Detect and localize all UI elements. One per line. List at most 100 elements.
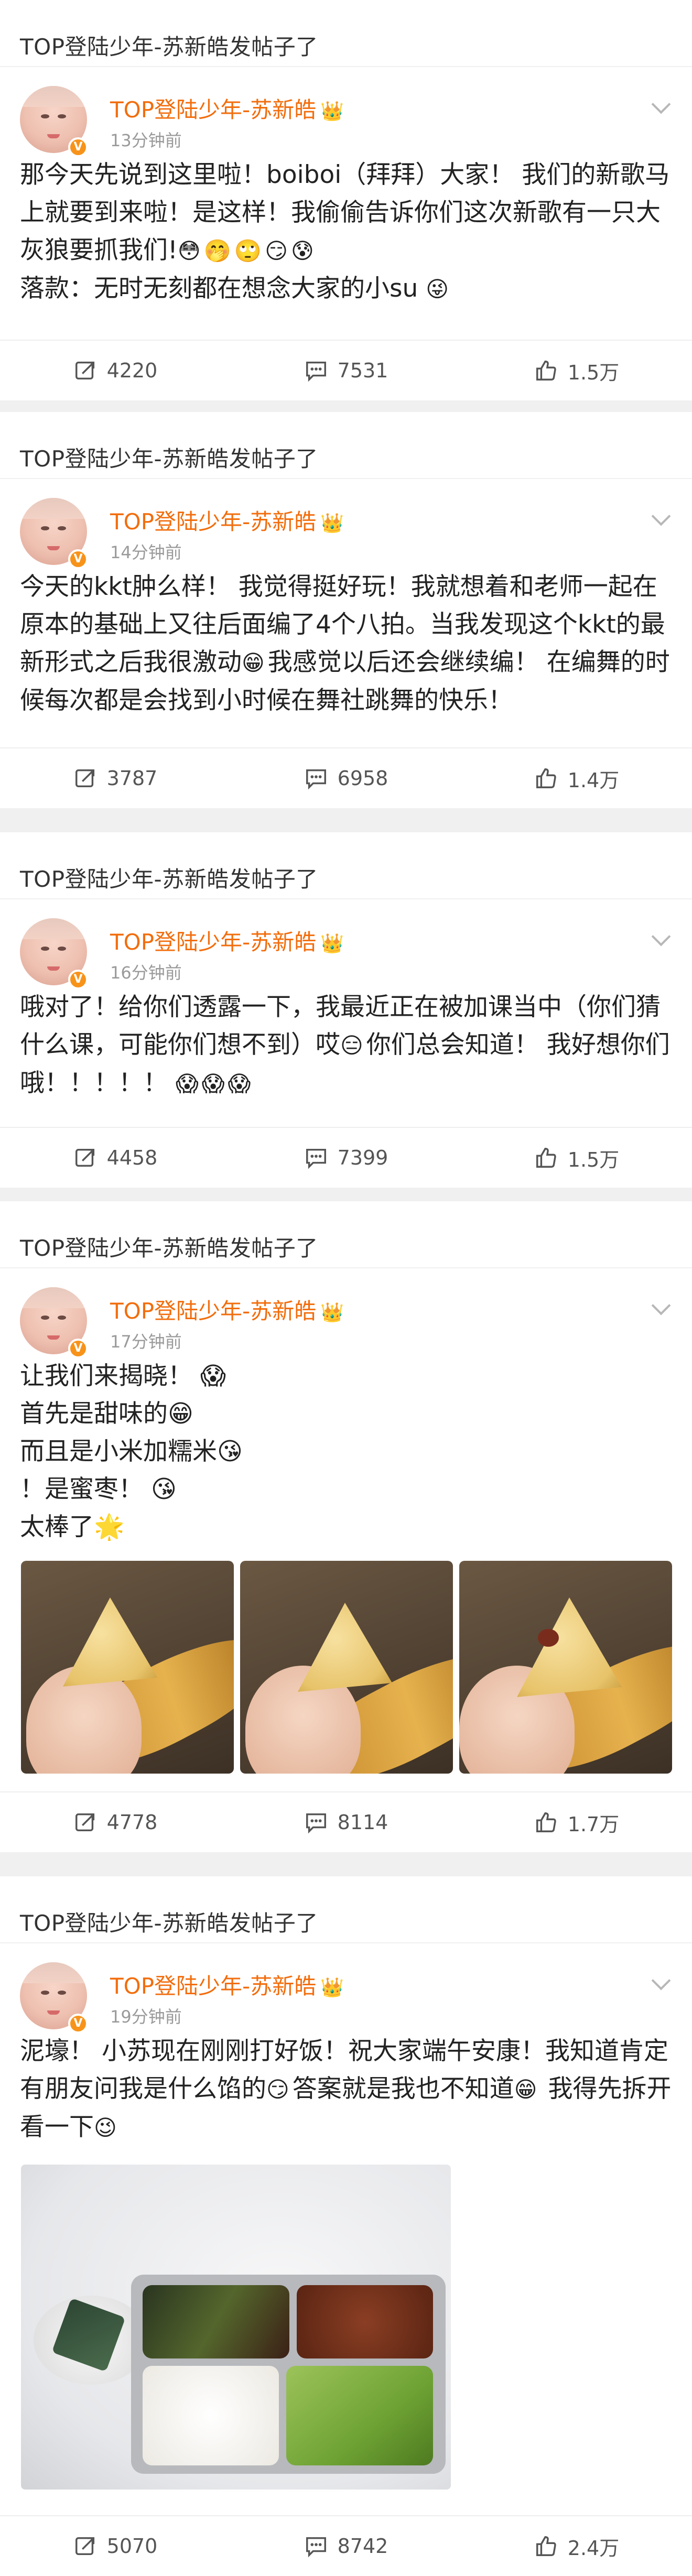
thumbs-up-icon xyxy=(536,2536,556,2556)
like-count: 1.7万 xyxy=(567,1812,620,1836)
photo-thumbnail[interactable] xyxy=(21,1561,234,1774)
comment-icon xyxy=(306,361,326,382)
repost-count: 4220 xyxy=(106,359,158,382)
repost-button[interactable]: 5070 xyxy=(0,2516,231,2576)
eye-shape xyxy=(58,526,66,530)
verified-badge: V xyxy=(68,2014,88,2034)
zongzi-shape xyxy=(517,1597,622,1697)
post-emoji-3: 😉 xyxy=(94,2115,120,2140)
photo-thumbnail[interactable] xyxy=(459,1561,672,1774)
post-card[interactable]: TOP登陆少年-苏新皓发帖子了 V TOP登陆少年-苏新皓 👑 19分钟前 泥壕！… xyxy=(0,1876,692,2576)
post-card[interactable]: TOP登陆少年-苏新皓发帖子了 V TOP登陆少年-苏新皓 👑 13分钟前 那今天… xyxy=(0,0,692,400)
crown-icon: 👑 xyxy=(320,1302,344,1323)
eye-shape xyxy=(58,114,66,118)
photo-thumbnail[interactable] xyxy=(21,2165,451,2490)
verified-badge: V xyxy=(68,970,88,990)
mouth-shape xyxy=(47,546,60,550)
post-content: 哦对了！给你们透露一下，我最近正在被加课当中（你们猜什么课，可能你们想不到）哎😑… xyxy=(0,988,692,1103)
thumbs-up-icon xyxy=(536,1812,556,1832)
action-bar: 5070 8742 2.4万 xyxy=(0,2515,692,2576)
crown-icon: 👑 xyxy=(320,933,344,954)
author-row: V TOP登陆少年-苏新皓 👑 14分钟前 xyxy=(0,479,692,569)
post-time: 13分钟前 xyxy=(110,131,182,150)
author-row: V TOP登陆少年-苏新皓 👑 13分钟前 xyxy=(0,67,692,157)
post-header: TOP登陆少年-苏新皓发帖子了 xyxy=(0,832,692,899)
action-bar: 3787 6958 1.4万 xyxy=(0,747,692,808)
eye-shape xyxy=(58,1316,66,1320)
comment-button[interactable]: 7399 xyxy=(231,1128,461,1188)
crown-icon: 👑 xyxy=(320,101,344,122)
comment-button[interactable]: 8742 xyxy=(231,2516,461,2576)
dish-shape xyxy=(143,2285,289,2358)
post-header: TOP登陆少年-苏新皓发帖子了 xyxy=(0,1201,692,1268)
action-bar: 4778 8114 1.7万 xyxy=(0,1791,692,1852)
verified-badge: V xyxy=(68,137,88,157)
post-emojis: 😏 xyxy=(266,2077,293,2102)
rice-shape xyxy=(143,2366,279,2465)
repost-count: 3787 xyxy=(106,767,158,790)
post-card[interactable]: TOP登陆少年-苏新皓发帖子了 V TOP登陆少年-苏新皓 👑 16分钟前 哦对了… xyxy=(0,832,692,1188)
author-name-text: TOP登陆少年-苏新皓 xyxy=(110,509,317,535)
chevron-down-icon[interactable] xyxy=(651,1296,671,1316)
post-text: 那今天先说到这里啦！boiboi（拜拜）大家！ 我们的新歌马上就要到来啦！是这样… xyxy=(20,160,670,265)
author-row: V TOP登陆少年-苏新皓 👑 19分钟前 xyxy=(0,1943,692,2034)
like-button[interactable]: 1.5万 xyxy=(461,341,692,400)
repost-icon xyxy=(75,1813,94,1832)
comment-button[interactable]: 8114 xyxy=(231,1792,461,1852)
repost-icon xyxy=(75,2537,94,2556)
like-button[interactable]: 1.4万 xyxy=(461,748,692,808)
chevron-down-icon[interactable] xyxy=(651,1971,671,1991)
photo-thumbnail[interactable] xyxy=(240,1561,453,1774)
author-name[interactable]: TOP登陆少年-苏新皓 👑 xyxy=(110,507,344,538)
repost-button[interactable]: 3787 xyxy=(0,748,231,808)
post-emoji-2: 😁 xyxy=(514,2077,540,2102)
repost-button[interactable]: 4220 xyxy=(0,341,231,400)
post-emojis: 😁 xyxy=(242,650,268,676)
post-card[interactable]: TOP登陆少年-苏新皓发帖子了 V TOP登陆少年-苏新皓 👑 14分钟前 今天的… xyxy=(0,412,692,808)
repost-button[interactable]: 4458 xyxy=(0,1128,231,1188)
chevron-down-icon[interactable] xyxy=(651,94,671,114)
like-count: 1.5万 xyxy=(567,361,620,384)
post-card[interactable]: TOP登陆少年-苏新皓发帖子了 V TOP登陆少年-苏新皓 👑 17分钟前 让我们… xyxy=(0,1201,692,1852)
dish-shape xyxy=(297,2285,433,2358)
eye-shape xyxy=(58,947,66,951)
eye-shape xyxy=(41,526,49,530)
like-button[interactable]: 2.4万 xyxy=(461,2516,692,2576)
like-count: 2.4万 xyxy=(567,2536,620,2560)
author-name[interactable]: TOP登陆少年-苏新皓 👑 xyxy=(110,95,344,126)
author-name[interactable]: TOP登陆少年-苏新皓 👑 xyxy=(110,1972,344,2003)
post-time: 16分钟前 xyxy=(110,963,182,983)
post-content: 泥壕！ 小苏现在刚刚打好饭！祝大家端午安康！我知道肯定有朋友问我是什么馅的😏答案… xyxy=(0,2032,692,2147)
eye-shape xyxy=(58,1991,66,1995)
post-emojis: 😑 xyxy=(340,1032,366,1058)
post-content: 今天的kkt肿么样！ 我觉得挺好玩！我就想着和老师一起在原本的基础上又往后面编了… xyxy=(0,568,692,720)
content-line: ！是蜜枣！ 😘 xyxy=(20,1475,177,1504)
chevron-down-icon[interactable] xyxy=(651,927,671,947)
comment-button[interactable]: 7531 xyxy=(231,341,461,400)
repost-count: 4458 xyxy=(106,1146,158,1169)
post-content: 让我们来揭晓！ 😱 首先是甜味的😁 而且是小米加糯米😘 ！是蜜枣！ 😘 太棒了🌟 xyxy=(0,1357,692,1546)
chevron-down-icon[interactable] xyxy=(651,506,671,526)
thumbs-up-icon xyxy=(536,768,556,788)
zongzi-shape xyxy=(298,1603,392,1692)
post-time: 17分钟前 xyxy=(110,1332,182,1352)
content-line: 首先是甜味的😁 xyxy=(20,1399,193,1428)
comment-button[interactable]: 6958 xyxy=(231,748,461,808)
repost-button[interactable]: 4778 xyxy=(0,1792,231,1852)
crown-icon: 👑 xyxy=(320,1977,344,1998)
hair-shape xyxy=(20,498,87,519)
post-emojis: 😳🤭🙄😏😰 xyxy=(177,238,317,264)
author-name-text: TOP登陆少年-苏新皓 xyxy=(110,97,317,123)
like-button[interactable]: 1.7万 xyxy=(461,1792,692,1852)
author-name[interactable]: TOP登陆少年-苏新皓 👑 xyxy=(110,1297,344,1328)
like-button[interactable]: 1.5万 xyxy=(461,1128,692,1188)
comment-icon xyxy=(306,769,326,790)
post-text-2: 落款：无时无刻都在想念大家的小su xyxy=(20,274,418,303)
content-line: 而且是小米加糯米😘 xyxy=(20,1437,243,1466)
zongzi-shape xyxy=(63,1597,157,1687)
hair-shape xyxy=(20,1287,87,1308)
author-name[interactable]: TOP登陆少年-苏新皓 👑 xyxy=(110,928,344,959)
mouth-shape xyxy=(47,134,60,138)
hair-shape xyxy=(20,86,87,107)
comment-count: 8114 xyxy=(337,1811,388,1834)
